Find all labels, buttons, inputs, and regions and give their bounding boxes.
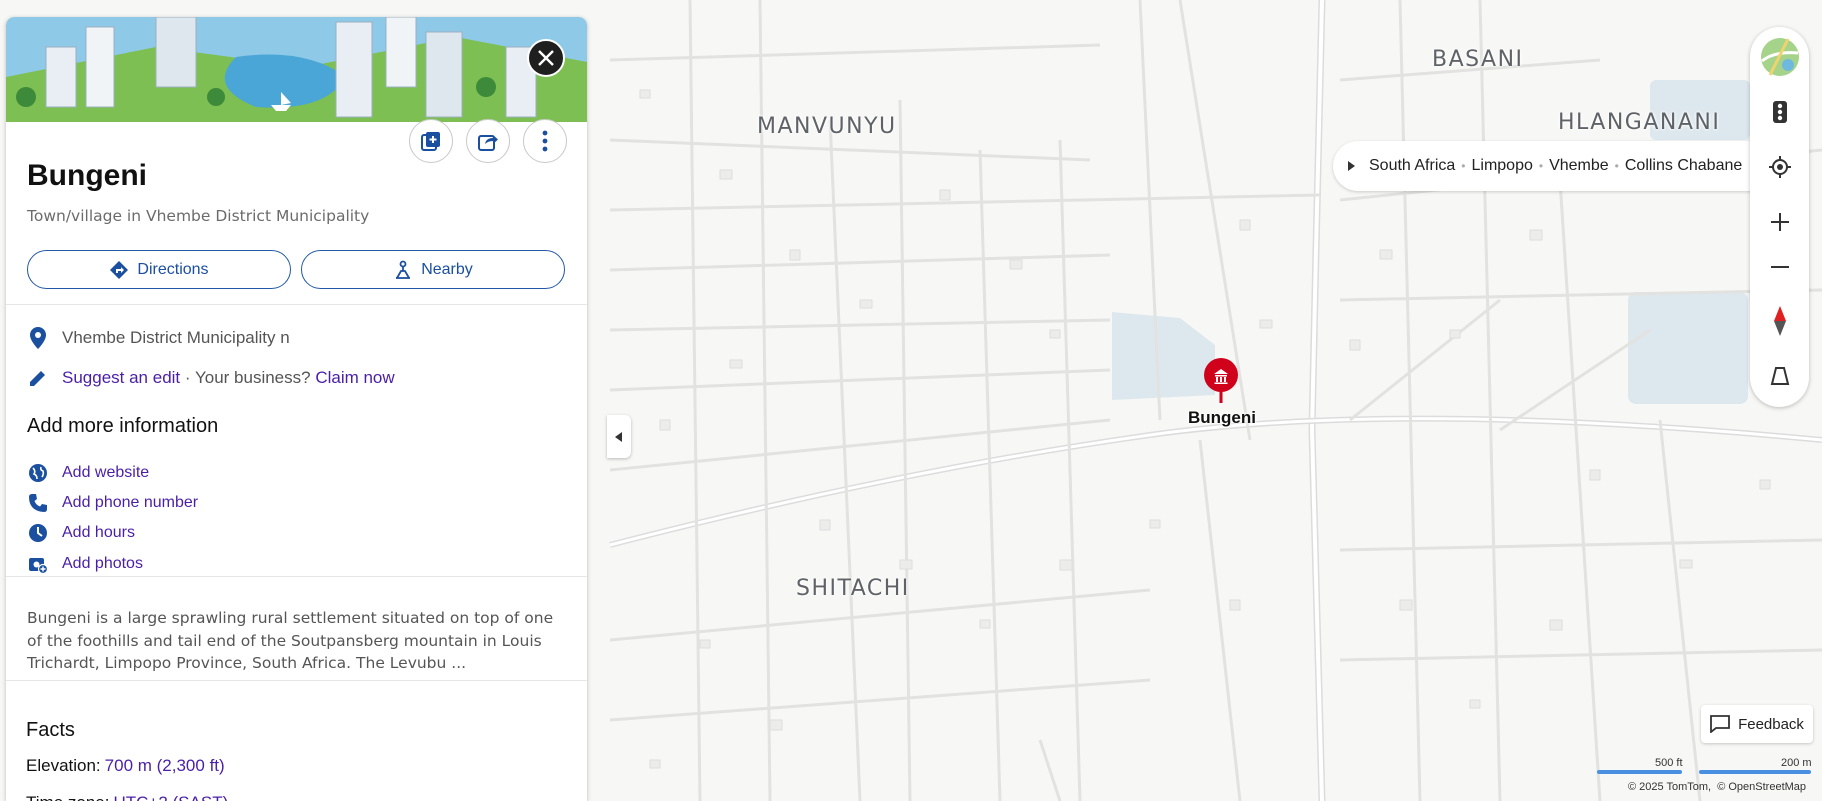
place-title: Bungeni <box>27 159 147 192</box>
fact-timezone: Time zone: UTC+2 (SAST) <box>26 793 228 801</box>
tilt-icon <box>1770 366 1789 385</box>
place-description: Bungeni is a large sprawling rural settl… <box>27 609 554 672</box>
add-hours-label: Add hours <box>62 524 135 541</box>
facts-heading: Facts <box>26 719 75 741</box>
place-label-shitachi[interactable]: SHITACHI <box>796 576 910 601</box>
minus-icon <box>1770 265 1789 268</box>
add-photos-label: Add photos <box>62 555 143 572</box>
traffic-button[interactable] <box>1758 90 1801 133</box>
traffic-icon <box>1772 100 1787 123</box>
place-label-basani[interactable]: BASANI <box>1432 47 1524 72</box>
chevron-right-icon[interactable] <box>1347 161 1355 171</box>
feedback-button[interactable]: Feedback <box>1701 705 1813 743</box>
add-hours-link[interactable]: Add hours <box>27 522 135 544</box>
feedback-icon <box>1710 715 1730 733</box>
divider <box>6 576 587 577</box>
breadcrumb-separator: • <box>1538 159 1544 173</box>
location-pin[interactable] <box>1203 357 1239 408</box>
nearby-button[interactable]: Nearby <box>301 250 565 289</box>
breadcrumb-separator: • <box>1614 159 1619 173</box>
place-details-panel: Bungeni Town/village in Vhembe District … <box>6 17 587 801</box>
breadcrumb-item[interactable]: Limpopo <box>1471 157 1532 175</box>
globe-icon <box>27 462 49 484</box>
map-style-button[interactable] <box>1758 35 1801 78</box>
save-button[interactable] <box>409 119 453 163</box>
more-options-button[interactable] <box>523 119 567 163</box>
breadcrumb-item[interactable]: Vhembe <box>1549 157 1609 175</box>
collapse-panel-button[interactable] <box>607 415 631 458</box>
scale-bar-metric <box>1699 770 1811 774</box>
breadcrumb-separator: • <box>1461 159 1466 173</box>
compass-button[interactable] <box>1758 299 1801 342</box>
fact-elevation: Elevation: 700 m (2,300 ft) <box>26 756 225 776</box>
zoom-out-button[interactable] <box>1758 245 1801 288</box>
add-phone-link[interactable]: Add phone number <box>27 492 198 514</box>
hero-image[interactable] <box>6 17 587 122</box>
fact-label: Elevation: <box>26 756 101 775</box>
place-subtitle: Town/village in Vhembe District Municipa… <box>27 207 370 225</box>
more-vertical-icon <box>542 130 548 152</box>
locate-icon <box>1768 155 1791 178</box>
breadcrumb-item[interactable]: Collins Chabane <box>1625 157 1742 175</box>
feedback-label: Feedback <box>1738 715 1804 733</box>
claim-now-link[interactable]: Claim now <box>315 368 394 388</box>
add-more-heading: Add more information <box>27 415 219 437</box>
clock-icon <box>27 522 49 544</box>
suggest-edit-link[interactable]: Suggest an edit <box>62 368 180 388</box>
breadcrumb-item[interactable]: South Africa <box>1369 157 1455 175</box>
add-photos-link[interactable]: Add photos <box>27 553 143 575</box>
place-label-manvunyu[interactable]: MANVUNYU <box>757 114 897 139</box>
directions-button[interactable]: Directions <box>27 250 291 289</box>
divider <box>6 304 587 305</box>
place-label-hlanganani[interactable]: HLANGANANI <box>1558 110 1720 135</box>
fact-value[interactable]: 700 m (2,300 ft) <box>105 756 225 775</box>
add-website-link[interactable]: Add website <box>27 462 149 484</box>
nearby-label: Nearby <box>421 260 473 278</box>
pin-label[interactable]: Bungeni <box>1188 408 1256 428</box>
copyright-text[interactable]: © 2025 TomTom, © OpenStreetMap <box>1628 781 1806 793</box>
breadcrumb: South Africa • Limpopo • Vhembe • Collin… <box>1333 141 1753 191</box>
divider <box>6 680 587 681</box>
scale-metric: 200 m <box>1781 757 1812 769</box>
close-icon <box>538 50 554 66</box>
tilt-button[interactable] <box>1758 354 1801 397</box>
add-phone-label: Add phone number <box>62 494 199 511</box>
fact-label: Time zone: <box>26 793 109 801</box>
business-prompt: · Your business? <box>180 368 316 387</box>
zoom-in-button[interactable] <box>1758 200 1801 243</box>
add-photo-icon <box>27 553 49 575</box>
my-location-button[interactable] <box>1758 145 1801 188</box>
city-illustration <box>6 17 587 122</box>
share-button[interactable] <box>466 119 510 163</box>
edit-row: Suggest an edit · Your business? Claim n… <box>27 367 395 389</box>
close-button[interactable] <box>527 39 565 77</box>
phone-icon <box>27 492 49 514</box>
compass-icon <box>1773 305 1786 336</box>
map-style-icon <box>1760 37 1799 76</box>
directions-icon <box>110 260 129 279</box>
add-website-label: Add website <box>62 464 150 481</box>
scale-bar-imperial <box>1597 770 1682 774</box>
map-controls <box>1750 27 1809 407</box>
add-to-collection-icon <box>421 132 440 151</box>
share-icon <box>478 135 498 151</box>
plus-icon <box>1770 212 1789 231</box>
directions-label: Directions <box>137 260 209 278</box>
action-buttons <box>409 119 567 163</box>
chevron-left-icon <box>615 431 622 442</box>
nearby-icon <box>396 260 411 279</box>
scale-imperial: 500 ft <box>1655 757 1683 769</box>
pencil-icon <box>27 367 49 389</box>
address-text: Vhembe District Municipality n <box>62 328 290 347</box>
address-row: Vhembe District Municipality n <box>27 327 290 349</box>
fact-value[interactable]: UTC+2 (SAST) <box>113 793 228 801</box>
pin-icon <box>1204 358 1238 403</box>
location-pin-icon <box>27 327 49 349</box>
